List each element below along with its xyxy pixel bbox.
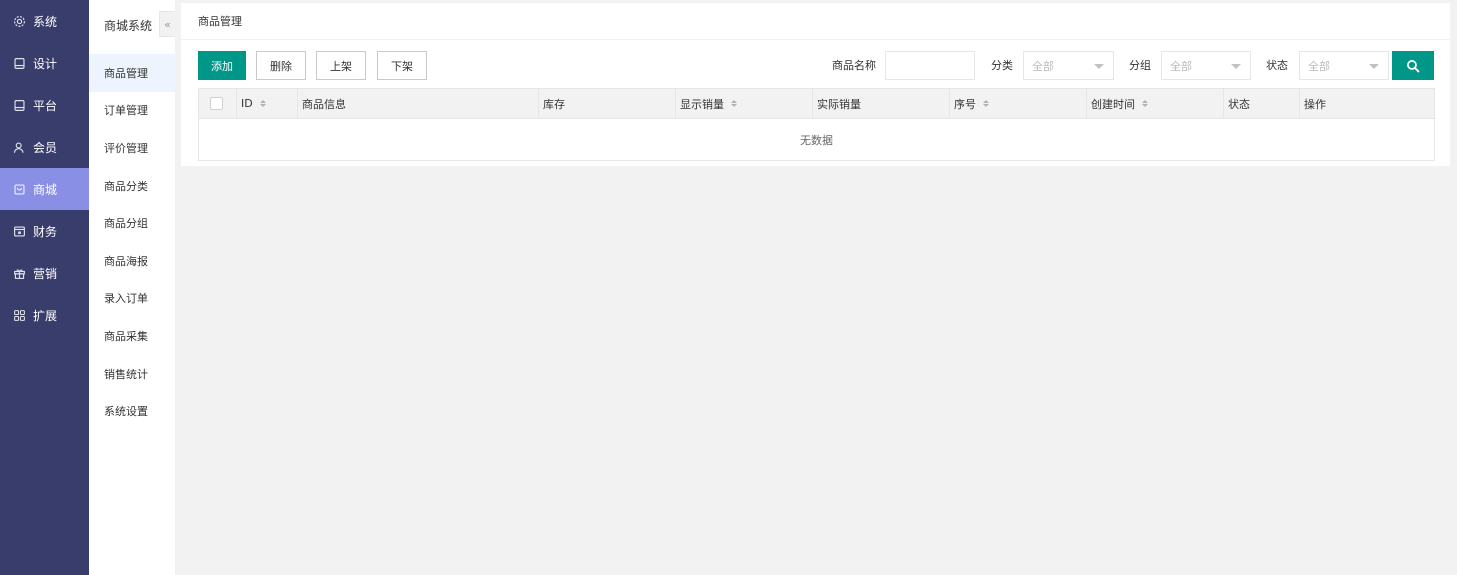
column-label: 操作 — [1304, 97, 1326, 111]
nav-item-label: 会员 — [33, 140, 58, 155]
select-all-checkbox[interactable] — [210, 97, 223, 110]
nav-item-label: 设计 — [33, 56, 58, 71]
collapse-menu-button[interactable]: « — [159, 11, 175, 37]
column-label: ID — [241, 97, 253, 110]
gift-icon — [12, 266, 26, 280]
delete-button[interactable]: 删除 — [256, 51, 306, 80]
monitor-icon — [12, 56, 26, 70]
submenu-item-enter-order[interactable]: 录入订单 — [89, 280, 175, 318]
category-label: 分类 — [991, 59, 1013, 72]
search-icon — [1406, 59, 1420, 73]
nav-item-design[interactable]: 设计 — [0, 42, 89, 84]
sort-icon[interactable] — [1142, 100, 1148, 107]
category-select[interactable]: 全部 — [1023, 51, 1114, 80]
chevron-down-icon — [1369, 64, 1379, 69]
shop-icon — [12, 182, 26, 196]
nav-item-platform[interactable]: 平台 — [0, 84, 89, 126]
group-select-value: 全部 — [1170, 59, 1192, 73]
off-shelf-button[interactable]: 下架 — [377, 51, 427, 80]
submenu-item-product-category[interactable]: 商品分类 — [89, 167, 175, 205]
page-title: 商品管理 — [181, 3, 1450, 40]
nav-item-label: 扩展 — [33, 308, 58, 323]
main-nav: 系统 设计 平台 会员 商城 财务 营销 扩展 — [0, 0, 89, 575]
nav-item-label: 营销 — [33, 266, 58, 281]
table-header: ID 商品信息 库存 显示销量 实际销量 序号 创建时间 状态 操作 — [199, 89, 1434, 119]
grid-icon — [12, 308, 26, 322]
submenu-item-system-settings[interactable]: 系统设置 — [89, 392, 175, 430]
gear-icon — [12, 14, 26, 28]
wallet-icon — [12, 224, 26, 238]
nav-item-extension[interactable]: 扩展 — [0, 294, 89, 336]
product-name-label: 商品名称 — [832, 59, 876, 72]
nav-item-system[interactable]: 系统 — [0, 0, 89, 42]
submenu-item-product-poster[interactable]: 商品海报 — [89, 242, 175, 280]
nav-item-marketing[interactable]: 营销 — [0, 252, 89, 294]
search-button[interactable] — [1392, 51, 1434, 80]
nav-item-label: 财务 — [33, 224, 58, 239]
nav-item-member[interactable]: 会员 — [0, 126, 89, 168]
submenu-item-order-management[interactable]: 订单管理 — [89, 92, 175, 130]
column-header-actions: 操作 — [1299, 89, 1434, 118]
submenu-item-sales-stats[interactable]: 销售统计 — [89, 355, 175, 393]
status-select[interactable]: 全部 — [1299, 51, 1389, 80]
submenu-item-product-management[interactable]: 商品管理 — [89, 54, 175, 92]
nav-item-mall[interactable]: 商城 — [0, 168, 89, 210]
sort-icon[interactable] — [983, 100, 989, 107]
user-icon — [12, 140, 26, 154]
column-label: 显示销量 — [680, 97, 724, 111]
chevron-down-icon — [1231, 64, 1241, 69]
group-label: 分组 — [1129, 59, 1151, 72]
monitor-icon — [12, 98, 26, 112]
group-select[interactable]: 全部 — [1161, 51, 1251, 80]
chevron-down-icon — [1094, 64, 1104, 69]
submenu: 商城系统 « 商品管理 订单管理 评价管理 商品分类 商品分组 商品海报 录入订… — [89, 0, 175, 575]
product-name-input[interactable] — [885, 51, 975, 80]
column-label: 状态 — [1228, 97, 1250, 111]
nav-item-finance[interactable]: 财务 — [0, 210, 89, 252]
column-header-product-info: 商品信息 — [297, 89, 538, 118]
column-header-stock: 库存 — [538, 89, 675, 118]
category-select-value: 全部 — [1032, 59, 1054, 73]
on-shelf-button[interactable]: 上架 — [316, 51, 366, 80]
column-label: 商品信息 — [302, 97, 346, 111]
column-label: 创建时间 — [1091, 97, 1135, 111]
nav-item-label: 系统 — [33, 14, 58, 29]
sort-icon[interactable] — [259, 100, 266, 107]
nav-item-label: 商城 — [33, 182, 58, 197]
status-label: 状态 — [1266, 59, 1288, 72]
column-label: 库存 — [543, 97, 565, 111]
column-header-display-sales[interactable]: 显示销量 — [675, 89, 812, 118]
empty-state-text: 无数据 — [800, 133, 833, 147]
submenu-item-review-management[interactable]: 评价管理 — [89, 129, 175, 167]
product-table: ID 商品信息 库存 显示销量 实际销量 序号 创建时间 状态 操作 无数据 — [198, 88, 1435, 161]
submenu-item-product-group[interactable]: 商品分组 — [89, 204, 175, 242]
sort-icon[interactable] — [731, 100, 737, 107]
column-label: 序号 — [954, 97, 976, 111]
add-button[interactable]: 添加 — [198, 51, 246, 80]
toolbar: 添加 删除 上架 下架 商品名称 分类 全部 分组 全部 状态 全部 — [198, 51, 1434, 80]
status-select-value: 全部 — [1308, 59, 1330, 73]
submenu-item-product-collect[interactable]: 商品采集 — [89, 317, 175, 355]
main-card: 商品管理 添加 删除 上架 下架 商品名称 分类 全部 分组 全部 状态 全部 — [181, 3, 1450, 166]
select-all-cell — [199, 89, 236, 118]
column-header-sequence[interactable]: 序号 — [949, 89, 1086, 118]
nav-item-label: 平台 — [33, 98, 58, 113]
column-header-id[interactable]: ID — [236, 89, 297, 118]
column-header-actual-sales: 实际销量 — [812, 89, 949, 118]
column-label: 实际销量 — [817, 97, 861, 111]
column-header-created-time[interactable]: 创建时间 — [1086, 89, 1223, 118]
column-header-status: 状态 — [1223, 89, 1299, 118]
